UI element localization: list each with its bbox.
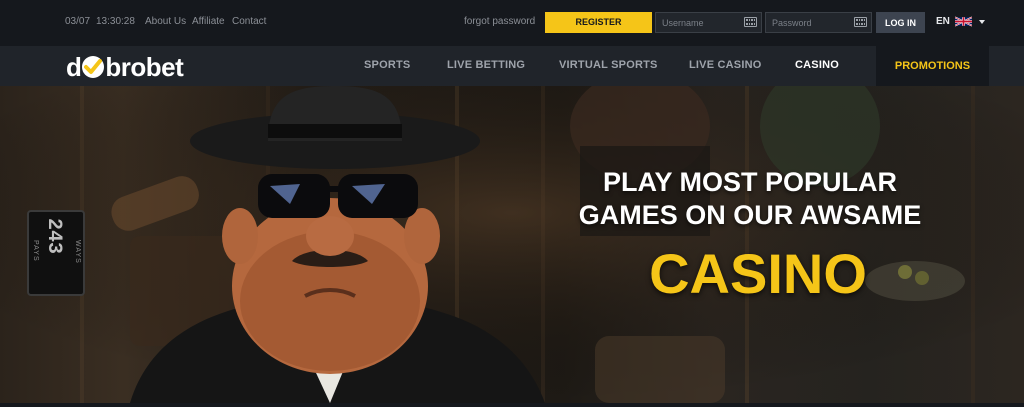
forgot-password-link[interactable]: forgot password — [464, 16, 535, 28]
main-nav: d brobet SPORTS LIVE BETTING VIRTUAL SPO… — [0, 46, 1024, 86]
keyboard-icon[interactable] — [854, 17, 867, 27]
logo-prefix: d — [66, 51, 82, 82]
chevron-down-icon[interactable] — [979, 20, 985, 24]
password-field-wrap — [765, 12, 872, 33]
hero-banner[interactable]: PAYS 243 WAYS PLAY MOST POPULAR GAMES ON… — [0, 86, 1024, 403]
hero-headline-line2: GAMES ON OUR AWSAME — [578, 200, 922, 230]
date-label: 03/07 — [65, 16, 91, 27]
badge-number: 243 — [42, 218, 65, 255]
keyboard-icon[interactable] — [744, 17, 757, 27]
logo-suffix: brobet — [105, 51, 184, 82]
nav-live-casino[interactable]: LIVE CASINO — [689, 59, 762, 71]
nav-sports[interactable]: SPORTS — [364, 59, 410, 71]
login-button[interactable]: LOG IN — [876, 12, 925, 33]
nav-virtual-sports[interactable]: VIRTUAL SPORTS — [559, 59, 658, 71]
language-code[interactable]: EN — [936, 16, 950, 27]
nav-live-betting[interactable]: LIVE BETTING — [447, 59, 525, 71]
badge-pays-label: PAYS — [32, 240, 39, 262]
nav-promotions[interactable]: PROMOTIONS — [876, 46, 989, 86]
checkmark-ball-icon — [82, 56, 105, 78]
affiliate-link[interactable]: Affiliate — [192, 16, 225, 28]
hero-headline-line1: PLAY MOST POPULAR — [602, 167, 898, 197]
contact-link[interactable]: Contact — [232, 16, 266, 28]
time-label: 13:30:28 — [96, 16, 135, 27]
register-button[interactable]: REGISTER — [545, 12, 652, 33]
username-input[interactable] — [662, 13, 742, 32]
top-bar: 03/07 13:30:28 About Us Affiliate Contac… — [0, 0, 1024, 45]
badge-ways-label: WAYS — [74, 240, 81, 264]
uk-flag-icon[interactable] — [955, 16, 972, 27]
site-logo[interactable]: d brobet — [66, 51, 184, 82]
password-input[interactable] — [772, 13, 852, 32]
hero-accent-title: CASINO — [649, 242, 867, 305]
nav-casino[interactable]: CASINO — [795, 59, 839, 71]
page-bottom-strip — [0, 403, 1024, 407]
pays-ways-badge: PAYS 243 WAYS — [27, 210, 85, 296]
about-us-link[interactable]: About Us — [145, 16, 186, 28]
username-field-wrap — [655, 12, 762, 33]
hero-headline: PLAY MOST POPULAR GAMES ON OUR AWSAME — [560, 166, 940, 232]
